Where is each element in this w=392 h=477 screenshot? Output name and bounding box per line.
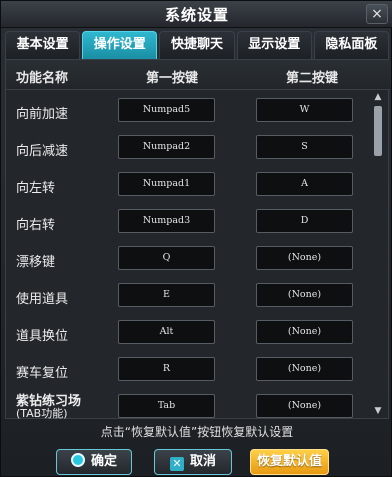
ok-circle-icon [70,453,85,467]
primary-key-field[interactable]: R [118,357,215,381]
header-secondary-key: 第二按键 [286,71,339,86]
row-label: 赛车复位 [16,366,69,381]
scrollbar[interactable]: ▲ ▼ [372,92,384,416]
tab-quick-chat[interactable]: 快捷聊天 [159,31,235,59]
secondary-key-field[interactable]: A [256,172,353,196]
secondary-key-field[interactable]: D [256,209,353,233]
row-sublabel: (TAB功能) [16,407,68,420]
secondary-key-field[interactable]: (None) [256,357,353,381]
primary-key-field[interactable]: Tab [118,394,215,418]
row-label: 向前加速 [16,107,69,122]
restore-default-button[interactable]: 恢复默认值 [250,449,329,475]
secondary-key-field[interactable]: (None) [256,394,353,418]
row-label: 向左转 [16,181,56,196]
primary-key-field[interactable]: Numpad1 [118,172,215,196]
row-label: 漂移键 [16,255,56,270]
primary-key-field[interactable]: Numpad2 [118,135,215,159]
tab-privacy-panel[interactable]: 隐私面板 [313,31,390,59]
window-title: 系统设置 [164,6,229,24]
keybinding-panel: 功能名称 第一按键 第二按键 向前加速 Numpad5 W 向后减速 Numpa… [5,59,390,420]
secondary-key-field[interactable]: W [256,98,353,122]
tab-bar: 基本设置 操作设置 快捷聊天 显示设置 隐私面板 [5,31,390,59]
cancel-button[interactable]: ✕ 取消 [154,449,232,475]
primary-key-field[interactable]: Numpad5 [118,98,215,122]
scroll-down-arrow-icon[interactable]: ▼ [372,406,384,416]
title-bar[interactable]: 系统设置 × [1,1,392,28]
primary-key-field[interactable]: Numpad3 [118,209,215,233]
close-button[interactable]: × [366,4,388,24]
tab-control-settings[interactable]: 操作设置 [82,31,158,59]
secondary-key-field[interactable]: S [256,135,353,159]
settings-window: 系统设置 × 基本设置 操作设置 快捷聊天 显示设置 隐私面板 功能名称 第一按… [0,0,392,477]
row-label: 使用道具 [16,292,69,307]
column-headers: 功能名称 第一按键 第二按键 [6,60,390,90]
tab-basic-settings[interactable]: 基本设置 [5,31,81,59]
primary-key-field[interactable]: Q [118,246,215,270]
restore-default-hint: 点击“恢复默认值”按钮恢复默认设置 [100,425,294,439]
x-icon: ✕ [169,457,184,471]
tab-display-settings[interactable]: 显示设置 [236,31,312,59]
secondary-key-field[interactable]: (None) [256,283,353,307]
secondary-key-field[interactable]: (None) [256,320,353,344]
row-label: 向右转 [16,218,56,233]
primary-key-field[interactable]: Alt [118,320,215,344]
ok-button-label: 确定 [90,454,117,469]
scroll-up-arrow-icon[interactable]: ▲ [372,92,384,102]
primary-key-field[interactable]: E [118,283,215,307]
row-label: 向后减速 [16,144,69,159]
scroll-thumb[interactable] [374,106,382,156]
ok-button[interactable]: 确定 [56,449,132,475]
secondary-key-field[interactable]: (None) [256,246,353,270]
header-primary-key: 第一按键 [146,71,199,86]
cancel-button-label: 取消 [189,454,216,469]
row-label: 道具换位 [16,329,69,344]
header-function-name: 功能名称 [16,71,69,86]
